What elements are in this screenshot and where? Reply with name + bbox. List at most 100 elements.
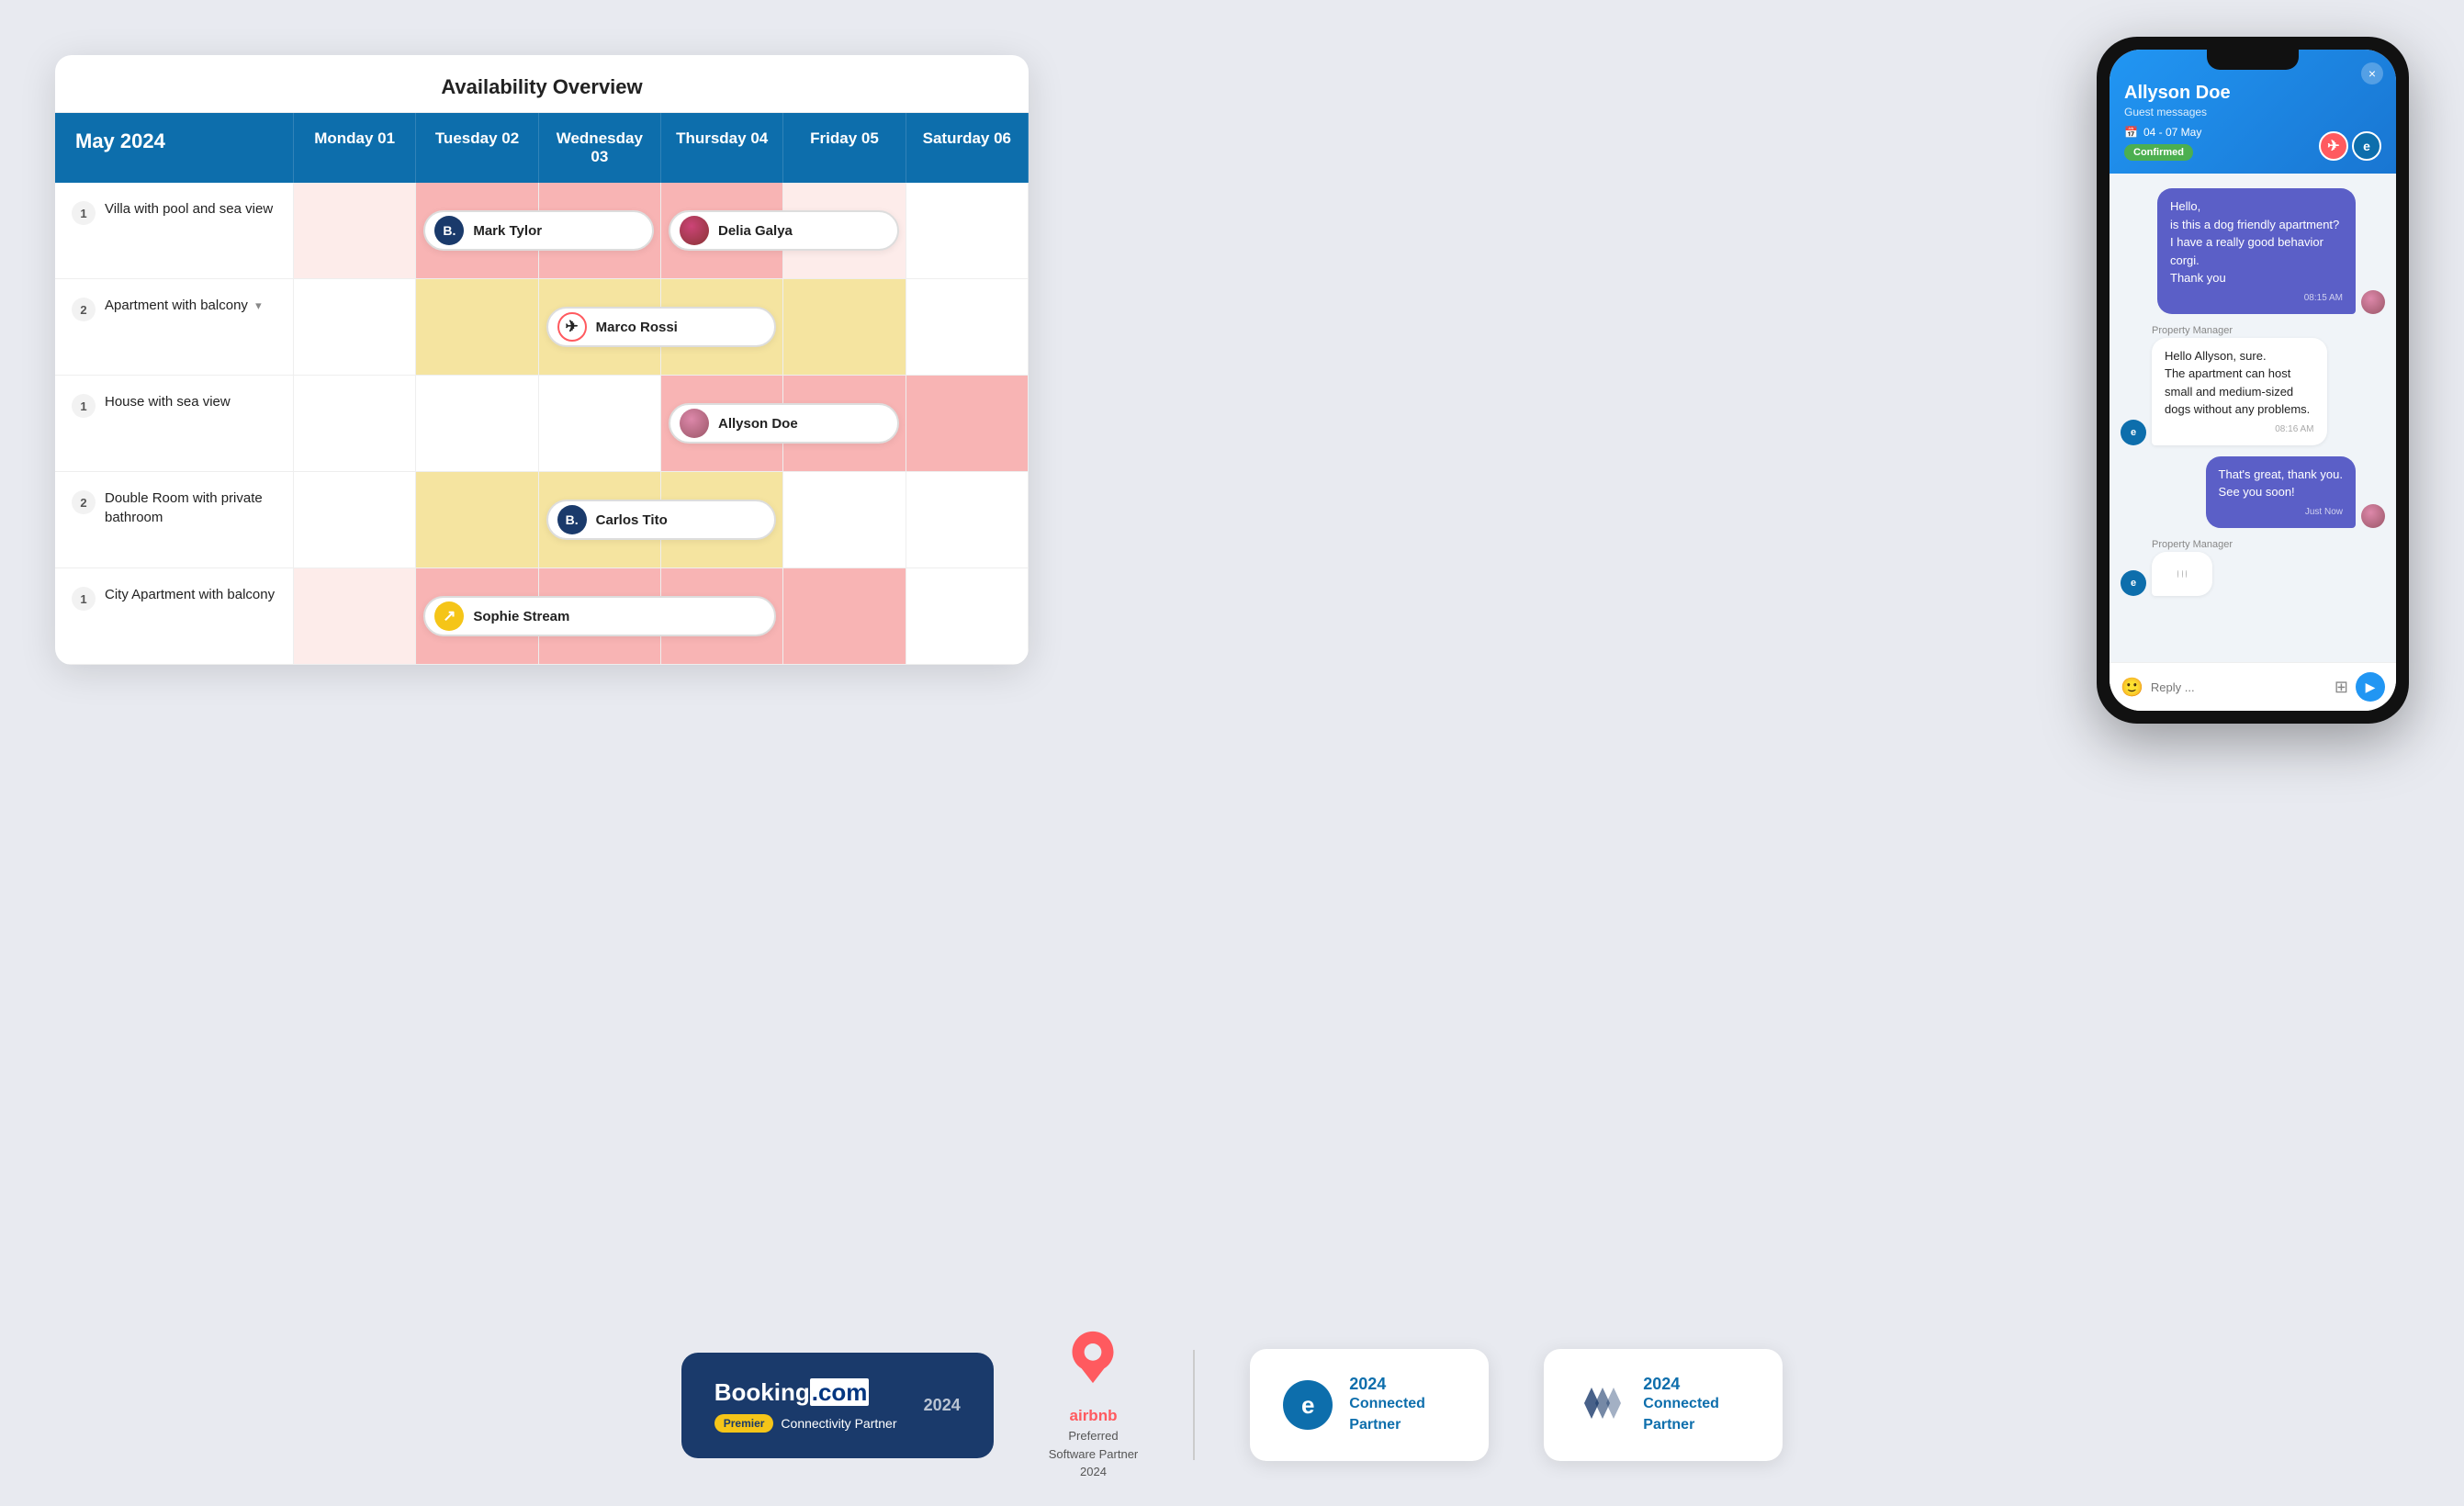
property-info: 1 House with sea view [55, 376, 294, 471]
booking-bar[interactable]: ↗ Sophie Stream [423, 596, 776, 636]
cal-cell [783, 279, 906, 375]
day-header-1: Monday 01 [294, 113, 416, 183]
booking-partner-card: Booking.com Premier Connectivity Partner… [681, 1353, 994, 1458]
host-message-wrap: Property Manager Hello Allyson, sure.The… [2152, 325, 2385, 445]
airbnb-logo [1065, 1330, 1120, 1397]
day-header-6: Saturday 06 [906, 113, 1029, 183]
message-time: 08:16 AM [2165, 422, 2314, 436]
message-row: That's great, thank you.See you soon! Ju… [2121, 456, 2385, 528]
property-info: 2 Apartment with balcony ▾ [55, 279, 294, 375]
chat-input-bar: 🙂 ⊞ ▶ [2110, 662, 2396, 711]
guest-avatar [2361, 504, 2385, 528]
avatar: ✈ [557, 312, 587, 342]
host-label: Property Manager [2152, 539, 2233, 550]
cal-cell [294, 183, 416, 278]
guest-message: Hello,is this a dog friendly apartment? … [2157, 188, 2356, 314]
send-button[interactable]: ▶ [2356, 672, 2385, 702]
booking-bar[interactable]: ✈ Marco Rossi [546, 307, 777, 347]
message-text: Hello,is this a dog friendly apartment? … [2170, 197, 2343, 287]
eviivo-label: ConnectedPartner [1349, 1394, 1425, 1435]
guest-name: Carlos Tito [596, 512, 668, 528]
chat-messages: Hello,is this a dog friendly apartment? … [2110, 174, 2396, 662]
host-label: Property Manager [2152, 325, 2385, 336]
day-header-3: Wednesday 03 [539, 113, 661, 183]
booking-year: 2024 [924, 1396, 961, 1415]
month-label: May 2024 [55, 113, 294, 183]
emoji-icon[interactable]: 🙂 [2121, 676, 2143, 699]
avatar: B. [434, 216, 464, 245]
divider [1193, 1350, 1195, 1460]
day-header-5: Friday 05 [783, 113, 906, 183]
partner-logos-bar: Booking.com Premier Connectivity Partner… [0, 1304, 2464, 1506]
cal-cell [906, 568, 1029, 664]
cal-cell [906, 279, 1029, 375]
phone-notch [2207, 50, 2299, 70]
vrbo-partner-card: 2024 ConnectedPartner [1544, 1349, 1783, 1461]
property-info: 1 City Apartment with balcony [55, 568, 294, 664]
vrbo-year: 2024 [1643, 1375, 1719, 1394]
cal-cell [294, 376, 416, 471]
guest-name: Sophie Stream [473, 609, 569, 624]
message-row: Hello,is this a dog friendly apartment? … [2121, 188, 2385, 314]
vrbo-text-area: 2024 ConnectedPartner [1643, 1375, 1719, 1435]
cal-cell [783, 472, 906, 568]
attach-icon[interactable]: ⊞ [2335, 678, 2348, 697]
property-name: Double Room with private bathroom [105, 489, 282, 527]
table-row: 2 Double Room with private bathroom B. C… [55, 472, 1029, 568]
host-message: Hello Allyson, sure.The apartment can ho… [2152, 338, 2327, 445]
vrbo-logo [1577, 1378, 1626, 1433]
calendar-body: 1 Villa with pool and sea view B. Mark T… [55, 183, 1029, 665]
chat-date-range: 04 - 07 May [2143, 126, 2201, 139]
host-message-wrap: Property Manager [2152, 539, 2233, 596]
cal-cell [416, 376, 538, 471]
eviivo-platform-icon: e [2352, 131, 2381, 161]
cal-cell [294, 279, 416, 375]
avatar [680, 409, 709, 438]
eviivo-text-area: 2024 ConnectedPartner [1349, 1375, 1425, 1435]
cal-cell [416, 279, 538, 375]
guest-name: Delia Galya [718, 223, 793, 239]
avatar [680, 216, 709, 245]
guest-name: Marco Rossi [596, 320, 678, 335]
message-text: That's great, thank you.See you soon! [2219, 466, 2343, 501]
property-unit-num: 1 [72, 201, 96, 225]
phone-container: × Allyson Doe Guest messages 📅 04 - 07 M… [2097, 37, 2409, 724]
property-info: 2 Double Room with private bathroom [55, 472, 294, 568]
cal-cell [906, 376, 1029, 471]
booking-bar[interactable]: Allyson Doe [669, 403, 899, 444]
property-name: City Apartment with balcony [105, 585, 275, 604]
message-time: 08:15 AM [2170, 291, 2343, 305]
airbnb-label: airbnb PreferredSoftware Partner2024 [1049, 1404, 1139, 1481]
typing-indicator [2152, 552, 2212, 596]
platform-icons: ✈ e [2319, 131, 2381, 161]
phone-screen: × Allyson Doe Guest messages 📅 04 - 07 M… [2110, 50, 2396, 711]
chat-subtitle: Guest messages [2124, 106, 2381, 118]
cal-cell [539, 376, 661, 471]
property-info: 1 Villa with pool and sea view [55, 183, 294, 278]
table-row: 1 House with sea view Allyson Doe [55, 376, 1029, 472]
day-header-2: Tuesday 02 [416, 113, 538, 183]
booking-logo-area: Booking.com Premier Connectivity Partner [714, 1378, 897, 1433]
booking-bar[interactable]: B. Carlos Tito [546, 500, 777, 540]
reply-input[interactable] [2151, 680, 2327, 694]
vrbo-label: ConnectedPartner [1643, 1394, 1719, 1435]
cal-cell [906, 183, 1029, 278]
message-time: Just Now [2219, 505, 2343, 519]
table-row: 2 Apartment with balcony ▾ ✈ Marco Rossi [55, 279, 1029, 376]
eviivo-partner-card: e 2024 ConnectedPartner [1250, 1349, 1489, 1461]
eviivo-year: 2024 [1349, 1375, 1425, 1394]
calendar-icon: 📅 [2124, 126, 2138, 139]
airbnb-partner-area: airbnb PreferredSoftware Partner2024 [1049, 1330, 1139, 1481]
booking-bar[interactable]: B. Mark Tylor [423, 210, 654, 251]
host-avatar: e [2121, 420, 2146, 445]
preferred-label: PreferredSoftware Partner2024 [1049, 1429, 1139, 1478]
chat-guest-name: Allyson Doe [2124, 83, 2381, 104]
property-unit-num: 1 [72, 587, 96, 611]
close-button[interactable]: × [2361, 62, 2383, 84]
avatar: B. [557, 505, 587, 534]
property-name: Villa with pool and sea view [105, 199, 273, 219]
guest-name: Mark Tylor [473, 223, 542, 239]
message-row: e Property Manager Hello Allyson, sure.T… [2121, 325, 2385, 445]
property-unit-num: 2 [72, 490, 96, 514]
booking-bar[interactable]: Delia Galya [669, 210, 899, 251]
